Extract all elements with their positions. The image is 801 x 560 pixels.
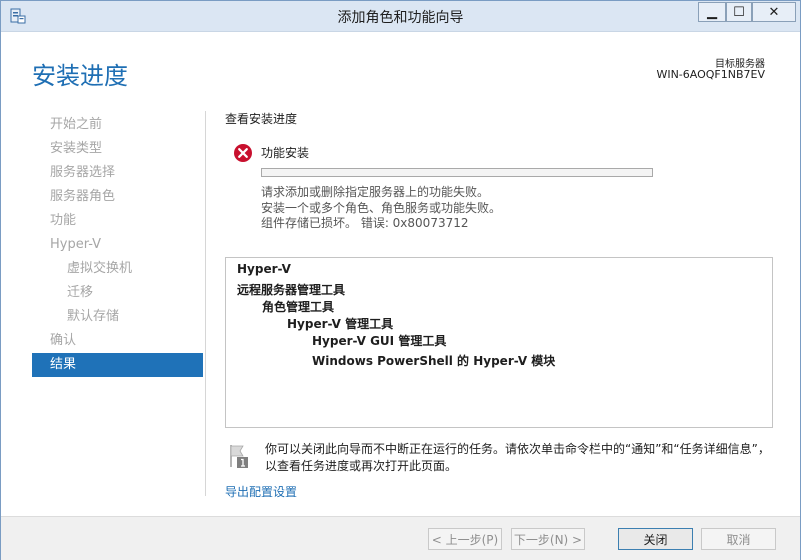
wizard-window: 添加角色和功能向导 ▁ ☐ ✕ 安装进度 目标服务器 WIN-6AOQF1NB7…: [0, 0, 801, 560]
nav-item-label: 默认存储: [67, 309, 120, 324]
feature-installation-title: 功能安装: [261, 146, 310, 160]
results-list[interactable]: Hyper-V 远程服务器管理工具 角色管理工具 Hyper-V 管理工具 Hy…: [225, 257, 773, 428]
wizard-nav: 开始之前 安装类型 服务器选择 服务器角色 功能 Hyper-V 虚拟交换机 迁…: [32, 113, 203, 377]
nav-item-features[interactable]: 功能: [32, 209, 203, 233]
close-window-button[interactable]: ✕: [752, 2, 796, 22]
nav-item-installation-type[interactable]: 安装类型: [32, 137, 203, 161]
nav-item-label: 服务器角色: [50, 189, 116, 204]
section-heading: 查看安装进度: [225, 112, 298, 126]
install-progress-bar: [261, 168, 653, 177]
nav-item-label: 服务器选择: [50, 165, 116, 180]
nav-item-label: 确认: [50, 333, 77, 348]
close-icon: ✕: [768, 4, 780, 20]
minimize-icon: ▁: [707, 4, 717, 20]
result-item: Hyper-V GUI 管理工具: [312, 334, 447, 348]
minimize-button[interactable]: ▁: [698, 2, 726, 22]
result-item: 远程服务器管理工具: [237, 283, 346, 297]
nav-item-default-stores[interactable]: 默认存储: [32, 305, 203, 329]
error-icon: [234, 144, 252, 162]
next-button[interactable]: 下一步(N) >: [511, 528, 585, 550]
nav-item-hyper-v[interactable]: Hyper-V: [32, 233, 203, 257]
page-title: 安装进度: [32, 62, 128, 90]
nav-item-label: 虚拟交换机: [67, 261, 133, 276]
nav-item-virtual-switches[interactable]: 虚拟交换机: [32, 257, 203, 281]
nav-item-server-roles[interactable]: 服务器角色: [32, 185, 203, 209]
result-item: Hyper-V: [237, 262, 291, 276]
result-item: Windows PowerShell 的 Hyper-V 模块: [312, 354, 556, 368]
window-title: 添加角色和功能向导: [337, 10, 464, 26]
error-code-message: 组件存储已损坏。 错误: 0x80073712: [261, 216, 469, 230]
nav-item-label: 安装类型: [50, 141, 103, 156]
nav-item-migration[interactable]: 迁移: [32, 281, 203, 305]
nav-item-label: 功能: [50, 213, 77, 228]
nav-item-label: Hyper-V: [50, 237, 102, 252]
export-configuration-link[interactable]: 导出配置设置: [225, 483, 297, 500]
maximize-icon: ☐: [733, 4, 745, 20]
nav-item-confirmation[interactable]: 确认: [32, 329, 203, 353]
result-item: 角色管理工具: [262, 300, 335, 314]
nav-divider: [205, 111, 206, 496]
result-item: Hyper-V 管理工具: [287, 317, 394, 331]
maximize-button[interactable]: ☐: [726, 2, 752, 22]
previous-button[interactable]: < 上一步(P): [428, 528, 502, 550]
error-message: 请求添加或删除指定服务器上的功能失败。: [261, 185, 490, 199]
close-button[interactable]: 关闭: [618, 528, 693, 550]
nav-item-label: 迁移: [67, 285, 94, 300]
target-server-name: WIN-6AOQF1NB7EV: [656, 68, 765, 81]
title-bar[interactable]: 添加角色和功能向导 ▁ ☐ ✕: [1, 1, 800, 32]
nav-item-results[interactable]: 结果: [32, 353, 203, 377]
cancel-button[interactable]: 取消: [701, 528, 776, 550]
nav-item-server-selection[interactable]: 服务器选择: [32, 161, 203, 185]
nav-item-label: 结果: [50, 357, 77, 372]
info-note: 你可以关闭此向导而不中断正在运行的任务。请依次单击命令栏中的“通知”和“任务详细…: [265, 442, 770, 473]
notification-flag-icon: [230, 445, 248, 468]
nav-item-label: 开始之前: [50, 117, 103, 132]
nav-item-before-you-begin[interactable]: 开始之前: [32, 113, 203, 137]
